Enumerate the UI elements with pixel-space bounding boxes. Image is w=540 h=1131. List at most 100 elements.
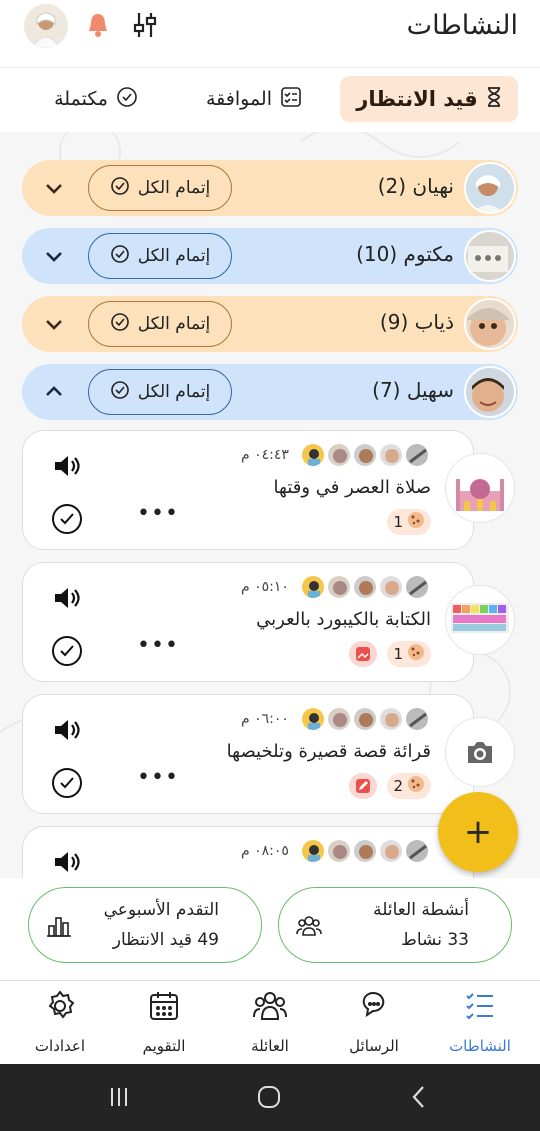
chevron-down-icon[interactable] bbox=[42, 244, 66, 268]
child-avatar-icon bbox=[379, 575, 403, 599]
family-activities-card[interactable]: أنشطة العائلة 33 نشاط bbox=[278, 887, 512, 963]
chevron-down-icon[interactable] bbox=[42, 312, 66, 336]
complete-all-label: إتمام الكل bbox=[137, 314, 211, 334]
group-row-suhail[interactable]: سهيل (7) إتمام الكل bbox=[22, 364, 518, 420]
points-count: 1 bbox=[393, 513, 403, 531]
child-avatar-icon bbox=[379, 443, 403, 467]
points-badge: 1 bbox=[387, 509, 431, 535]
activity-card[interactable]: ٠٥:١٠ م الكتابة بالكيبورد بالعربي 1 ••• bbox=[22, 562, 515, 682]
group-row-nahyan[interactable]: نهيان (2) إتمام الكل bbox=[22, 160, 518, 216]
nav-messages-label: الرسائل bbox=[349, 1037, 399, 1055]
child-avatar bbox=[464, 298, 516, 350]
child-avatar-icon bbox=[327, 575, 351, 599]
speaker-icon[interactable] bbox=[51, 583, 81, 613]
more-options-icon[interactable]: ••• bbox=[137, 501, 179, 526]
participants-avatars bbox=[301, 443, 429, 467]
complete-check-icon[interactable] bbox=[51, 635, 83, 667]
checklist-icon bbox=[463, 989, 497, 1023]
complete-check-icon[interactable] bbox=[51, 767, 83, 799]
nav-settings[interactable]: اعدادات bbox=[10, 989, 110, 1059]
more-options-icon[interactable]: ••• bbox=[137, 633, 179, 658]
plus-icon: + bbox=[463, 812, 493, 852]
group-name: نهيان (2) bbox=[377, 174, 454, 198]
bar-chart-icon bbox=[45, 912, 73, 940]
complete-all-button[interactable]: إتمام الكل bbox=[88, 369, 232, 415]
nav-family[interactable]: العائلة bbox=[220, 989, 320, 1059]
parent-avatar-icon bbox=[301, 839, 325, 863]
speaker-icon[interactable] bbox=[51, 847, 81, 877]
check-circle-icon bbox=[116, 86, 138, 113]
weekly-progress-title: التقدم الأسبوعي bbox=[103, 900, 219, 920]
group-people-icon bbox=[295, 912, 323, 940]
child-avatar-icon bbox=[327, 443, 351, 467]
recent-apps-icon[interactable] bbox=[104, 1082, 134, 1112]
nav-messages[interactable]: الرسائل bbox=[324, 989, 424, 1059]
nav-family-label: العائلة bbox=[251, 1037, 289, 1055]
mosque-icon bbox=[445, 453, 515, 523]
child-avatar-icon bbox=[405, 575, 429, 599]
activity-card[interactable]: ٠٦:٠٠ م قرائة قصة قصيرة وتلخيصها 2 ••• bbox=[22, 694, 515, 814]
check-circle-icon bbox=[110, 312, 130, 337]
activity-card[interactable]: ٠٨:٠٥ م bbox=[22, 826, 474, 878]
participants-avatars bbox=[301, 575, 429, 599]
complete-all-button[interactable]: إتمام الكل bbox=[88, 233, 232, 279]
add-activity-button[interactable]: + bbox=[438, 792, 518, 872]
speaker-icon[interactable] bbox=[51, 451, 81, 481]
points-count: 1 bbox=[393, 645, 403, 663]
parent-avatar-icon bbox=[301, 443, 325, 467]
parent-avatar-icon bbox=[301, 575, 325, 599]
child-avatar-icon bbox=[405, 707, 429, 731]
group-row-maktoum[interactable]: مكتوم (10) إتمام الكل bbox=[22, 228, 518, 284]
weekly-progress-card[interactable]: التقدم الأسبوعي 49 قيد الانتظار bbox=[28, 887, 262, 963]
complete-all-button[interactable]: إتمام الكل bbox=[88, 301, 232, 347]
nav-calendar[interactable]: التقويم bbox=[114, 989, 214, 1059]
page-title: النشاطات bbox=[406, 10, 518, 41]
points-badge: 1 bbox=[387, 641, 431, 667]
complete-check-icon[interactable] bbox=[51, 503, 83, 535]
app-header: النشاطات bbox=[0, 0, 540, 68]
checklist-icon bbox=[280, 86, 302, 113]
activity-title: قرائة قصة قصيرة وتلخيصها bbox=[226, 741, 431, 762]
group-row-diab[interactable]: ذياب (9) إتمام الكل bbox=[22, 296, 518, 352]
gear-icon bbox=[43, 989, 77, 1023]
calendar-icon bbox=[147, 989, 181, 1023]
speaker-icon[interactable] bbox=[51, 715, 81, 745]
hourglass-icon bbox=[486, 86, 502, 113]
tab-pending[interactable]: قيد الانتظار bbox=[340, 76, 518, 122]
family-icon bbox=[253, 989, 287, 1023]
family-activities-value: 33 نشاط bbox=[401, 930, 469, 950]
complete-all-button[interactable]: إتمام الكل bbox=[88, 165, 232, 211]
activity-card[interactable]: ٠٤:٤٣ م صلاة العصر في وقتها 1 ••• bbox=[22, 430, 515, 550]
tab-approval[interactable]: الموافقة bbox=[190, 76, 302, 122]
tab-approval-label: الموافقة bbox=[205, 88, 272, 110]
user-avatar[interactable] bbox=[24, 4, 68, 48]
tab-done[interactable]: مكتملة bbox=[38, 76, 138, 122]
image-proof-icon bbox=[349, 641, 377, 667]
back-icon[interactable] bbox=[404, 1082, 434, 1112]
chat-bubbles-icon bbox=[357, 989, 391, 1023]
nav-activities[interactable]: النشاطات bbox=[430, 989, 530, 1059]
group-name: مكتوم (10) bbox=[356, 242, 454, 266]
bottom-navigation: النشاطات الرسائل العائلة التقويم اعدادات bbox=[0, 980, 540, 1064]
child-avatar-icon bbox=[353, 839, 377, 863]
system-navigation-bar bbox=[0, 1064, 540, 1131]
check-circle-icon bbox=[110, 244, 130, 269]
nav-settings-label: اعدادات bbox=[34, 1037, 86, 1055]
weekly-progress-value: 49 قيد الانتظار bbox=[112, 930, 219, 950]
child-avatar-icon bbox=[405, 443, 429, 467]
edit-note-icon bbox=[349, 773, 377, 799]
home-icon[interactable] bbox=[254, 1082, 284, 1112]
chevron-up-icon[interactable] bbox=[42, 380, 66, 404]
parent-avatar-icon bbox=[301, 707, 325, 731]
group-name: ذياب (9) bbox=[379, 310, 454, 334]
cookie-icon bbox=[407, 775, 425, 797]
more-options-icon[interactable]: ••• bbox=[137, 765, 179, 790]
cookie-icon bbox=[407, 511, 425, 533]
child-avatar-icon bbox=[327, 707, 351, 731]
filter-sliders-icon[interactable] bbox=[133, 10, 159, 40]
activity-time: ٠٤:٤٣ م bbox=[241, 447, 289, 463]
check-circle-icon bbox=[110, 176, 130, 201]
bell-icon[interactable] bbox=[86, 12, 110, 38]
chevron-down-icon[interactable] bbox=[42, 176, 66, 200]
points-count: 2 bbox=[393, 777, 403, 795]
